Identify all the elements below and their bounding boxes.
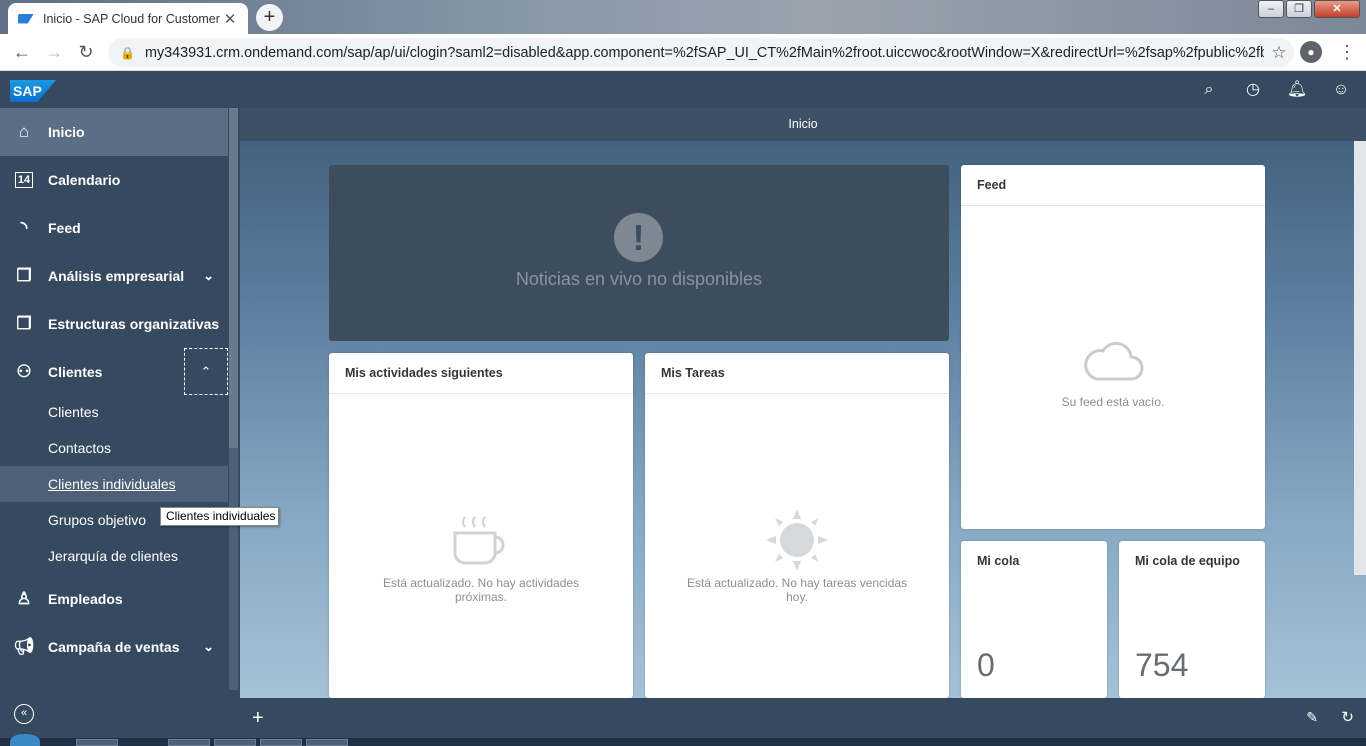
- sap-logo[interactable]: SAP: [10, 80, 56, 102]
- subitem-contactos[interactable]: Contactos: [0, 430, 228, 466]
- team-queue-count: 754: [1135, 647, 1189, 683]
- sun-icon: [764, 507, 830, 573]
- sidebar-item-inicio[interactable]: ⌂ Inicio: [0, 108, 228, 156]
- org-icon: ❐: [16, 314, 32, 333]
- card-title: Mi cola: [977, 554, 1020, 568]
- url-field[interactable]: 🔒 my343931.crm.ondemand.com/sap/ap/ui/cl…: [108, 38, 1294, 67]
- calendar-icon: 14: [0, 172, 48, 188]
- url-text[interactable]: my343931.crm.ondemand.com/sap/ap/ui/clog…: [145, 45, 1264, 61]
- start-button[interactable]: [10, 734, 40, 746]
- lock-icon: 🔒: [120, 45, 135, 60]
- window-controls: – ❐ ✕: [1258, 0, 1360, 18]
- sidebar-item-label: Clientes: [48, 364, 103, 380]
- forward-icon[interactable]: →: [38, 42, 70, 63]
- close-tab-icon[interactable]: ✕: [222, 10, 238, 28]
- subitem-clientes-individuales[interactable]: Clientes individuales: [0, 466, 228, 502]
- subitem-clientes[interactable]: Clientes: [0, 394, 228, 430]
- search-icon[interactable]: ⌕: [1198, 79, 1220, 101]
- activities-card[interactable]: Mis actividades siguientes Está actualiz…: [329, 353, 633, 698]
- sidebar-scroll-thumb[interactable]: [229, 108, 238, 448]
- chevron-down-icon[interactable]: ⌄: [203, 268, 214, 284]
- card-title: Mis actividades siguientes: [329, 353, 633, 394]
- sidebar-item-campana[interactable]: 📢︎ Campaña de ventas ⌄: [0, 623, 228, 671]
- edit-pencil-icon[interactable]: ✎: [1306, 709, 1318, 726]
- sidebar-item-calendario[interactable]: 14 Calendario: [0, 156, 228, 204]
- maximize-button[interactable]: ❐: [1286, 0, 1312, 18]
- back-icon[interactable]: ←: [6, 42, 38, 63]
- sidebar-item-empleados[interactable]: ♙ Empleados: [0, 575, 228, 623]
- browser-tab-bar: Inicio - SAP Cloud for Customer ✕ + – ❐ …: [0, 0, 1366, 34]
- sidebar-item-label: Inicio: [48, 124, 85, 140]
- team-queue-card[interactable]: Mi cola de equipo 754: [1119, 541, 1265, 698]
- empty-message: Está actualizado. No hay tareas vencidas…: [686, 576, 908, 604]
- user-icon[interactable]: ☺: [1330, 79, 1352, 101]
- profile-icon[interactable]: ●: [1300, 41, 1322, 63]
- analytics-icon: ❐: [16, 266, 32, 285]
- my-queue-card[interactable]: Mi cola 0: [961, 541, 1107, 698]
- reload-icon[interactable]: ↻: [70, 42, 102, 63]
- refresh-icon[interactable]: ↻: [1341, 708, 1354, 726]
- sap-favicon-icon: [18, 13, 34, 24]
- customers-icon: ⚇: [16, 362, 32, 381]
- feed-card[interactable]: Feed Su feed está vacío.: [961, 165, 1265, 529]
- tooltip: Clientes individuales: [160, 507, 279, 526]
- shell-header: SAP ⌕ ◷ 🔔︎ ☺: [0, 71, 1366, 108]
- taskbar-button[interactable]: [306, 739, 348, 746]
- browser-tab[interactable]: Inicio - SAP Cloud for Customer ✕: [8, 3, 248, 34]
- sidebar-item-label: Análisis empresarial: [48, 268, 185, 284]
- employee-icon: ♙: [16, 589, 32, 608]
- new-tab-button[interactable]: +: [256, 4, 283, 31]
- add-icon[interactable]: +: [252, 707, 264, 730]
- address-bar: ← → ↻ 🔒 my343931.crm.ondemand.com/sap/ap…: [0, 34, 1366, 71]
- tasks-card[interactable]: Mis Tareas Está actualizado. No hay tare…: [645, 353, 949, 698]
- news-message: Noticias en vivo no disponibles: [515, 269, 763, 289]
- cloud-icon: [1081, 335, 1145, 383]
- minimize-button[interactable]: –: [1258, 0, 1284, 18]
- queue-count: 0: [977, 647, 995, 683]
- sidebar: ⌂ Inicio 14 Calendario ◝ Feed ❐ Análisis…: [0, 108, 240, 698]
- taskbar-button[interactable]: [76, 739, 118, 746]
- notifications-icon[interactable]: 🔔︎: [1286, 79, 1308, 101]
- page-title: Inicio: [240, 108, 1366, 141]
- footer-toolbar: + ✎ ↻: [240, 698, 1366, 738]
- taskbar-button[interactable]: [260, 739, 302, 746]
- sidebar-footer: [0, 698, 240, 738]
- card-title: Feed: [961, 165, 1265, 206]
- home-icon: ⌂: [18, 122, 30, 141]
- empty-message: Su feed está vacío.: [1061, 395, 1165, 409]
- taskbar-button[interactable]: [214, 739, 256, 746]
- chevron-down-icon[interactable]: ⌄: [203, 639, 214, 655]
- coffee-cup-icon: [449, 509, 513, 567]
- bookmark-star-icon[interactable]: ☆: [1264, 43, 1294, 63]
- sidebar-item-label: Estructuras organizativas: [48, 316, 220, 332]
- campaign-icon: 📢︎: [13, 637, 35, 656]
- sidebar-item-label: Empleados: [48, 591, 123, 607]
- sidebar-item-label: Feed: [48, 220, 81, 236]
- browser-menu-icon[interactable]: ⋮: [1338, 41, 1356, 63]
- close-window-button[interactable]: ✕: [1314, 0, 1360, 18]
- subitem-jerarquia[interactable]: Jerarquía de clientes: [0, 538, 228, 574]
- empty-message: Está actualizado. No hay actividades pró…: [382, 576, 580, 604]
- feed-icon: ◝: [20, 218, 28, 237]
- main-scrollbar[interactable]: [1354, 141, 1366, 575]
- sidebar-item-label: Campaña de ventas: [48, 639, 180, 655]
- collapse-sidebar-icon[interactable]: «: [14, 704, 34, 724]
- sidebar-item-label: Calendario: [48, 172, 121, 188]
- sidebar-item-analisis[interactable]: ❐ Análisis empresarial ⌄: [0, 252, 228, 300]
- sidebar-item-estructuras[interactable]: ❐ Estructuras organizativas: [0, 300, 228, 348]
- taskbar-button[interactable]: [168, 739, 210, 746]
- news-panel: ! Noticias en vivo no disponibles: [329, 165, 949, 341]
- history-icon[interactable]: ◷: [1242, 79, 1264, 101]
- chevron-up-icon[interactable]: ⌃: [184, 348, 228, 395]
- alert-icon: !: [614, 213, 663, 262]
- tab-title: Inicio - SAP Cloud for Customer: [43, 11, 220, 26]
- sidebar-item-feed[interactable]: ◝ Feed: [0, 204, 228, 252]
- card-title: Mi cola de equipo: [1135, 554, 1240, 568]
- card-title: Mis Tareas: [645, 353, 949, 394]
